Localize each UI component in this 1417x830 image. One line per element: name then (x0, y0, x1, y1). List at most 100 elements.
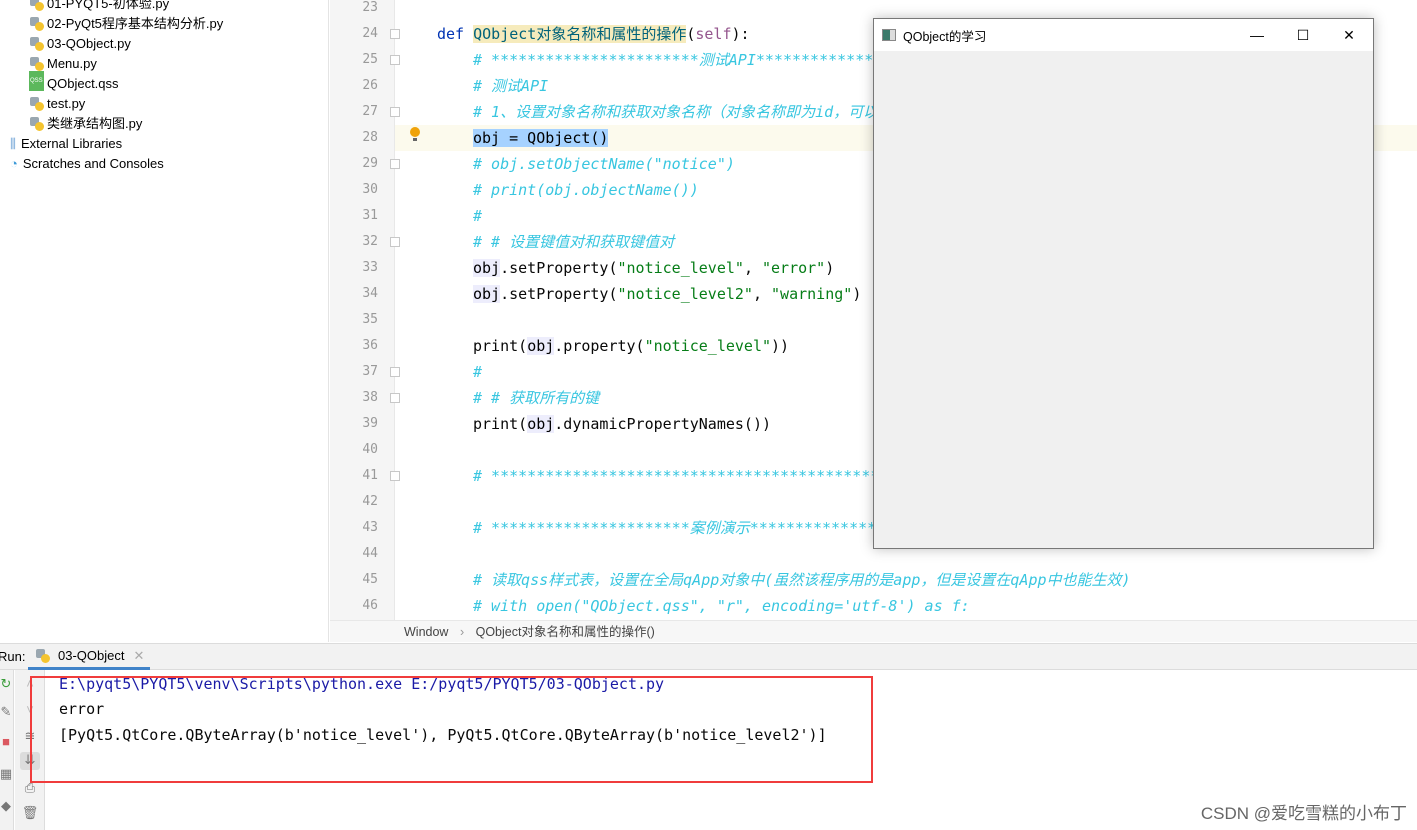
line-number: 32 (362, 234, 378, 249)
code-line[interactable]: # with open("QObject.qss", "r", encoding… (395, 593, 1417, 619)
rerun-icon[interactable]: ↻ (0, 676, 16, 694)
code-token: QObject对象名称和属性的操作 (473, 25, 687, 43)
tree-item-label: test.py (47, 96, 86, 111)
line-number: 27 (362, 104, 378, 119)
project-tree: 01-PYQT5-初体验.py 02-PyQt5程序基本结构分析.py 03-QOb… (0, 0, 329, 642)
code-token: # **************************************… (473, 467, 889, 485)
lightbulb-icon[interactable] (410, 127, 420, 141)
qt-window-titlebar[interactable]: QObject的学习 — ☐ ✕ (874, 19, 1373, 51)
line-number: 28 (362, 130, 378, 145)
python-file-icon (30, 37, 44, 51)
library-icon: ⫼ (10, 136, 16, 151)
line-number: 25 (362, 52, 378, 67)
code-token: print( (473, 415, 528, 433)
tree-item[interactable]: QObject.qss (29, 71, 119, 94)
tree-item-label: 02-PyQt5程序基本结构分析.py (47, 16, 224, 31)
line-number: 35 (362, 312, 378, 327)
tree-item[interactable]: 02-PyQt5程序基本结构分析.py (30, 14, 223, 34)
line-number: 29 (362, 156, 378, 171)
run-toolbar: Run: 03-QObject ✕ (0, 643, 1417, 670)
code-token: , (752, 285, 772, 303)
line-number: 33 (362, 260, 378, 275)
run-side-toolbar: ↻ ✎ ■ ▦ ◆ (0, 670, 14, 830)
code-token: # # 设置键值对和获取键值对 (473, 233, 675, 251)
qt-window-title: QObject的学习 (903, 29, 987, 44)
python-file-icon (30, 0, 44, 11)
line-number: 30 (362, 182, 378, 197)
line-number: 37 (362, 364, 378, 379)
code-token: .property( (554, 337, 645, 355)
code-token: "error" (762, 259, 826, 277)
code-token: self (695, 25, 732, 43)
minimize-button[interactable]: — (1234, 19, 1280, 51)
code-token: # ***********************测试API**********… (473, 51, 874, 69)
tree-item[interactable]: ◔ Scratches and Consoles (10, 154, 164, 174)
code-token: # with open("QObject.qss", "r", encoding… (473, 597, 970, 615)
code-token: # 读取qss样式表，设置在全局qApp对象中(虽然该程序用的是app，但是设置… (473, 571, 1131, 589)
line-number: 44 (362, 546, 378, 561)
breadcrumb: Window › QObject对象名称和属性的操作() (330, 620, 1417, 642)
qt-window[interactable]: QObject的学习 — ☐ ✕ (873, 18, 1374, 549)
code-token: # obj.setObjectName("notice") (473, 155, 735, 173)
tree-item-label: External Libraries (20, 136, 123, 151)
code-token: # (473, 363, 483, 381)
line-number: 36 (362, 338, 378, 353)
breadcrumb-item-function[interactable]: QObject对象名称和属性的操作() (476, 625, 655, 639)
line-number: 31 (362, 208, 378, 223)
stop-icon[interactable]: ■ (0, 734, 16, 752)
tree-item-label: 类继承结构图.py (47, 116, 143, 131)
editor-gutter: 23 24 25 26 27 28 29 30 31 32 33 34 35 36 37 38 39 40 41 42… (330, 0, 400, 620)
tree-item[interactable]: 01-PYQT5-初体验.py (30, 0, 169, 14)
tree-item-label: 03-QObject.py (47, 36, 131, 51)
code-token: # # 获取所有的键 (473, 389, 600, 407)
code-token: obj (473, 285, 501, 303)
code-token: # 1、设置对象名称和获取对象名称（对象名称即为id，可以 (473, 103, 879, 121)
layout-icon[interactable]: ▦ (0, 766, 16, 784)
watermark: CSDN @爱吃雪糕的小布丁 (1200, 804, 1407, 823)
tree-item[interactable]: ⫼ External Libraries (10, 134, 122, 154)
code-line[interactable]: # 读取qss样式表，设置在全局qApp对象中(虽然该程序用的是app，但是设置… (395, 567, 1417, 593)
highlight-box (30, 676, 873, 783)
code-token: obj (527, 415, 555, 433)
close-button[interactable]: ✕ (1326, 19, 1372, 51)
line-number: 39 (362, 416, 378, 431)
code-token: obj (473, 259, 501, 277)
trash-icon[interactable]: 🗑 (20, 805, 40, 823)
code-token: # print(obj.objectName()) (473, 181, 699, 199)
line-number: 26 (362, 78, 378, 93)
code-token: ) (825, 259, 835, 277)
code-token: # (473, 207, 483, 225)
tree-item-label: Menu.py (47, 56, 97, 71)
run-label: Run: (0, 649, 26, 664)
tree-item[interactable]: 03-QObject.py (30, 34, 131, 54)
maximize-button[interactable]: ☐ (1280, 19, 1326, 51)
close-icon[interactable]: ✕ (133, 648, 144, 664)
code-token: .dynamicPropertyNames()) (554, 415, 772, 433)
line-number: 23 (362, 0, 378, 15)
code-token: "notice_level2" (617, 285, 753, 303)
tree-item-label: QObject.qss (47, 76, 119, 91)
code-token: # 测试API (473, 77, 549, 95)
code-token: .setProperty( (500, 259, 618, 277)
wrench-icon[interactable]: ✎ (0, 704, 16, 722)
line-number: 40 (362, 442, 378, 457)
tree-item-label: 01-PYQT5-初体验.py (47, 0, 170, 11)
code-token: def (437, 25, 474, 43)
code-token: print( (473, 337, 528, 355)
breadcrumb-item-window[interactable]: Window (404, 625, 448, 639)
qss-file-icon (29, 71, 44, 91)
python-icon (36, 648, 50, 663)
tree-item[interactable]: test.py (30, 94, 85, 114)
line-number: 24 (362, 26, 378, 41)
code-token: "warning" (771, 285, 853, 303)
pin-icon[interactable]: ◆ (0, 798, 16, 816)
scratches-icon: ◔ (10, 156, 18, 171)
code-token: )) (771, 337, 790, 355)
code-token: ): (731, 25, 750, 43)
tree-item[interactable]: 类继承结构图.py (30, 114, 142, 134)
python-file-icon (30, 57, 44, 71)
run-tab[interactable]: 03-QObject ✕ (28, 644, 150, 670)
python-file-icon (30, 117, 44, 131)
code-token: ) (852, 285, 862, 303)
python-file-icon (30, 97, 44, 111)
